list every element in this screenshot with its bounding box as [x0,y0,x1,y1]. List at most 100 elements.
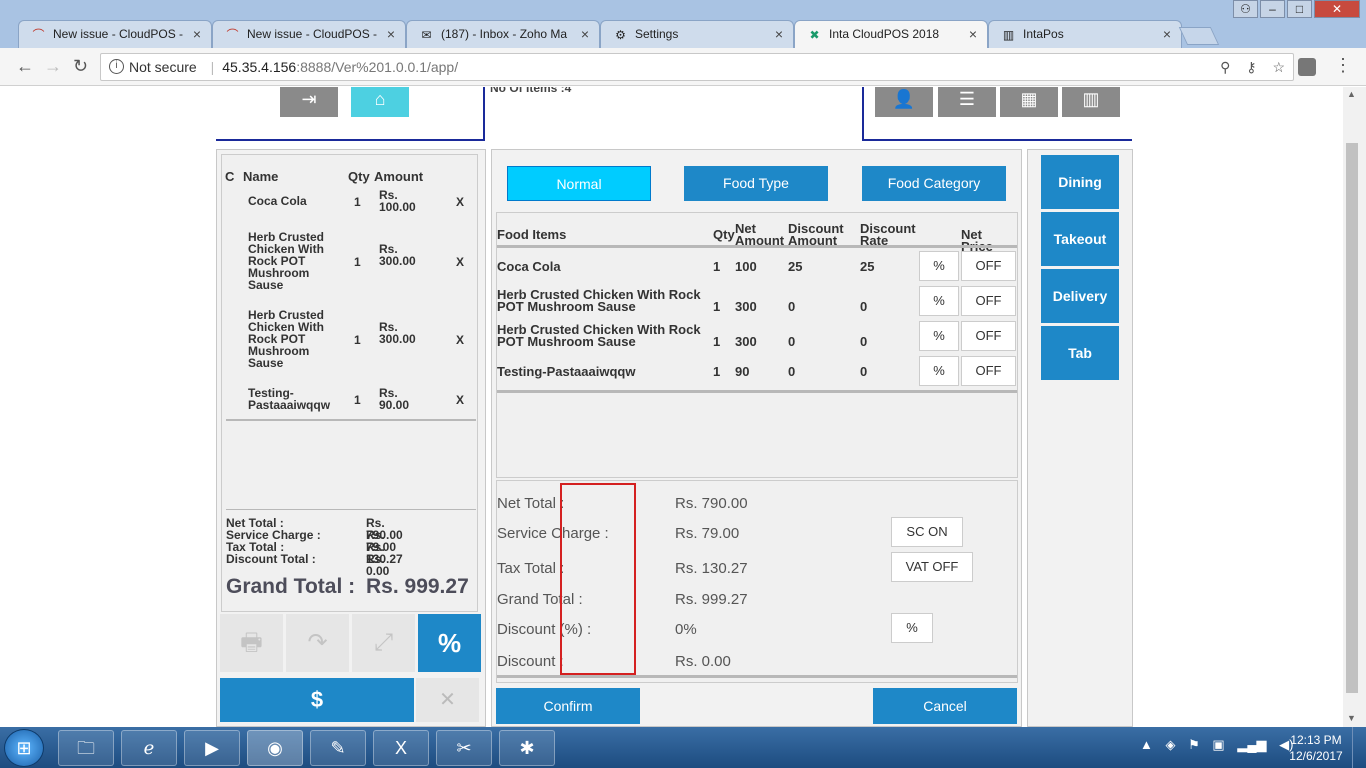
browser-tab-title: New issue - CloudPOS - [247,27,378,41]
cloudpos-icon: ⌒ [32,28,45,42]
forward-button[interactable]: → [44,56,62,77]
row-off-button[interactable]: OFF [961,286,1016,316]
chart-icon: ▥ [1002,28,1015,42]
mode-tab-button[interactable]: Tab [1041,326,1119,380]
tab-close-icon[interactable]: × [193,26,201,42]
show-desktop-button[interactable] [1352,727,1366,768]
browser-tab[interactable]: ▥ IntaPos × [988,20,1182,48]
filter-normal-button[interactable]: Normal [507,166,651,201]
clock-date: 12/6/2017 [1289,749,1343,763]
start-button[interactable]: ⊞ [4,729,44,767]
filter-food-category-button[interactable]: Food Category [862,166,1006,201]
browser-tab[interactable]: ⌒ New issue - CloudPOS - × [212,20,406,48]
row-off-button[interactable]: OFF [961,251,1016,281]
key-icon[interactable]: ⚷ [1246,59,1256,75]
url-host: 45.35.4.156 [222,59,297,75]
excel-icon[interactable]: X [373,730,429,766]
back-button[interactable]: ← [16,56,34,77]
cancel-button[interactable]: Cancel [873,688,1017,724]
discount-percent-toggle[interactable]: % [891,613,933,643]
vat-toggle-button[interactable]: VAT OFF [891,552,973,582]
not-secure-label: Not secure [129,59,197,75]
remove-item-button[interactable]: X [456,255,464,269]
clock-time: 12:13 PM [1290,733,1342,747]
explorer-icon[interactable]: 🗀 [58,730,114,766]
confirm-button[interactable]: Confirm [496,688,640,724]
row-off-button[interactable]: OFF [961,321,1016,351]
system-clock[interactable]: 12:13 PM 12/6/2017 [1284,732,1348,764]
address-bar[interactable]: i Not secure | 45.35.4.156:8888/Ver%201.0… [100,53,1294,81]
page-scrollbar[interactable]: ▲ ▼ [1343,87,1366,727]
remove-item-button[interactable]: X [456,333,464,347]
clear-order-button[interactable]: ✕ [416,678,479,722]
home-button[interactable]: ⌂ [351,87,409,117]
avast-icon[interactable]: ◈ [1166,737,1176,752]
calculator-button[interactable]: ▦ [1000,87,1058,117]
row-percent-button[interactable]: % [919,286,959,316]
order-grand-total: Grand Total : Rs. 999.27 [226,575,469,598]
extension-icon[interactable] [1298,58,1316,76]
remove-item-button[interactable]: X [456,393,464,407]
mode-dining-button[interactable]: Dining [1041,155,1119,209]
scroll-down-icon[interactable]: ▼ [1347,713,1356,723]
chrome-icon[interactable]: ◉ [247,730,303,766]
browser-tab-title: Settings [635,27,679,41]
zoom-icon[interactable]: ⚲ [1220,59,1230,75]
row-percent-button[interactable]: % [919,321,959,351]
tools-icon[interactable]: ✂ [436,730,492,766]
close-window-button[interactable]: ✕ [1314,0,1360,18]
browser-tab[interactable]: ✉ (187) - Inbox - Zoho Ma × [406,20,600,48]
remove-item-button[interactable]: X [456,195,464,209]
mode-takeout-button[interactable]: Takeout [1041,212,1119,266]
col-qty: Qty [713,227,735,242]
paint-icon[interactable]: ✎ [310,730,366,766]
discount-percent-button[interactable]: % [418,614,481,672]
device-icon[interactable]: ▣ [1212,737,1224,752]
print-button[interactable]: 🖶 [220,614,283,672]
minimize-button[interactable]: – [1260,0,1285,18]
new-tab-button[interactable] [1178,27,1220,45]
tray-expand-icon[interactable]: ▲ [1140,737,1153,752]
col-net-amount: Net Amount [735,221,785,248]
notes-button[interactable]: ☰ [938,87,996,117]
browser-tab[interactable]: ⌒ New issue - CloudPOS - × [18,20,212,48]
expand-button[interactable]: ⤢ [352,614,415,672]
info-icon[interactable]: i [109,59,124,74]
media-player-icon[interactable]: ▶ [184,730,240,766]
browser-menu-icon[interactable]: ⋮ [1334,55,1352,76]
mode-delivery-button[interactable]: Delivery [1041,269,1119,323]
tab-close-icon[interactable]: × [969,26,977,42]
flag-icon[interactable]: ⚑ [1188,737,1200,752]
order-col-name: Name [243,169,279,184]
tab-close-icon[interactable]: × [581,26,589,42]
user-icon[interactable]: ⚇ [1233,0,1258,18]
logout-button[interactable]: ⇥ [280,87,338,117]
scroll-thumb[interactable] [1346,143,1358,693]
system-tray: ▲ ◈ ⚑ ▣ ▂▄▆ ◀) [1140,737,1303,753]
maximize-button[interactable]: □ [1287,0,1312,18]
reload-button[interactable]: ↻ [73,56,88,77]
tab-close-icon[interactable]: × [1163,26,1171,42]
delete-button[interactable]: ▥ [1062,87,1120,117]
tab-close-icon[interactable]: × [775,26,783,42]
tab-close-icon[interactable]: × [387,26,395,42]
col-food-items: Food Items [497,227,567,242]
sc-toggle-button[interactable]: SC ON [891,517,963,547]
ie-icon[interactable]: ℯ [121,730,177,766]
browser-toolbar: ← → ↻ i Not secure | 45.35.4.156:8888/Ver… [0,48,1366,86]
pay-button[interactable]: $ [220,678,414,722]
browser-tab[interactable]: ⚙ Settings × [600,20,794,48]
signal-icon[interactable]: ▂▄▆ [1237,737,1266,752]
redo-button[interactable]: ↷ [286,614,349,672]
browser-tab[interactable]: ✖ Inta CloudPOS 2018 × [794,20,988,49]
col-discount-rate: Discount Rate [860,221,916,248]
filter-food-type-button[interactable]: Food Type [684,166,828,201]
network-app-icon[interactable]: ✱ [499,730,555,766]
scroll-up-icon[interactable]: ▲ [1347,89,1356,99]
row-percent-button[interactable]: % [919,251,959,281]
bookmark-star-icon[interactable]: ☆ [1272,59,1285,75]
row-off-button[interactable]: OFF [961,356,1016,386]
order-panel: C Name Qty Amount Coca Cola 1 Rs. 100.00… [216,149,486,727]
row-percent-button[interactable]: % [919,356,959,386]
customer-button[interactable]: 👤 [875,87,933,117]
